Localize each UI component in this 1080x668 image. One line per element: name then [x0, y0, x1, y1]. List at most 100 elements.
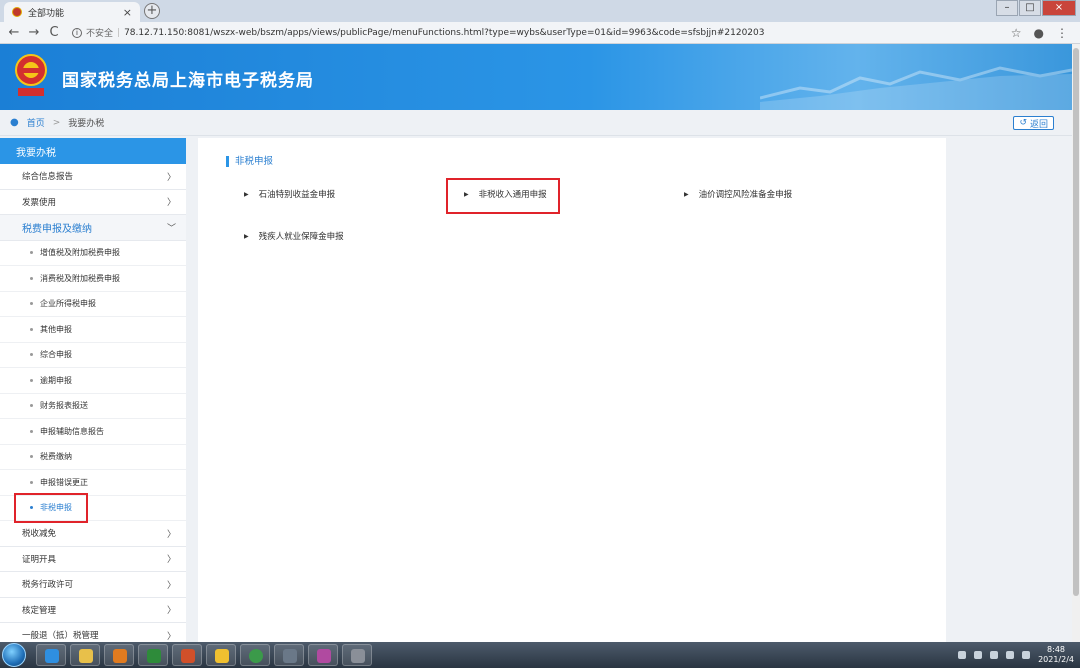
sidebar-subitem[interactable]: 申报辅助信息报告 [0, 419, 186, 445]
back-arrow-icon[interactable]: ← [6, 25, 22, 40]
page-scrollbar[interactable] [1072, 44, 1080, 642]
tax-emblem-favicon-icon [12, 7, 22, 17]
back-button[interactable]: ↺ 返回 [1013, 116, 1054, 130]
sidebar-item-label: 综合信息报告 [22, 172, 74, 183]
sidebar-subitem-label: 逾期申报 [40, 375, 72, 385]
function-label: 石油特别收益金申报 [258, 190, 336, 200]
function-link-petroleum[interactable]: ▶ 石油特别收益金申报 [244, 188, 335, 200]
sidebar-subitem[interactable]: 申报错误更正 [0, 470, 186, 496]
national-emblem-logo-icon [15, 54, 47, 96]
help-icon[interactable] [974, 651, 983, 659]
minimize-icon[interactable]: – [996, 0, 1018, 16]
function-label: 残疾人就业保障金申报 [258, 232, 344, 242]
taskbar-app-icon[interactable] [308, 644, 338, 666]
panel-title: 非税申报 [226, 156, 273, 167]
maximize-icon[interactable]: □ [1019, 0, 1041, 16]
menu-dots-icon[interactable]: ⋮ [1056, 26, 1068, 40]
function-panel: 非税申报 ▶ 石油特别收益金申报 ▶ 非税收入通用申报 ▶ 油价调控风险准备金申… [198, 138, 946, 642]
system-tray: 8:48 2021/2/4 [958, 642, 1074, 668]
sidebar-subitem-label: 申报辅助信息报告 [40, 426, 104, 436]
sidebar-subitem-label: 消费税及附加税费申报 [40, 273, 120, 283]
taskbar-ie-icon[interactable] [36, 644, 66, 666]
sidebar-item-info-report[interactable]: 综合信息报告 〉 [0, 164, 186, 190]
chevron-right-icon: 〉 [166, 606, 176, 617]
clock-time: 8:48 [1047, 645, 1066, 654]
bullet-icon [30, 302, 33, 306]
sidebar-subitem[interactable]: 财务报表报送 [0, 394, 186, 419]
sidebar-subitem[interactable]: 增值税及附加税费申报 [0, 241, 186, 266]
clock[interactable]: 8:48 2021/2/4 [1038, 645, 1074, 665]
sidebar-subitem-label: 企业所得税申报 [40, 299, 96, 309]
new-tab-button[interactable]: + [144, 3, 160, 19]
sidebar-subitem-label: 税费缴纳 [40, 452, 72, 462]
sidebar-subitem[interactable]: 逾期申报 [0, 368, 186, 394]
chevron-right-icon: 〉 [166, 172, 176, 183]
separator: | [117, 27, 121, 38]
flag-icon[interactable] [1022, 651, 1031, 659]
sidebar-subitem-label: 增值税及附加税费申报 [40, 248, 120, 258]
sidebar-subitem[interactable]: 综合申报 [0, 343, 186, 368]
network-icon[interactable] [990, 651, 999, 659]
close-window-icon[interactable]: × [1042, 0, 1076, 16]
sidebar-subitem[interactable]: 企业所得税申报 [0, 292, 186, 317]
function-label: 油价调控风险准备金申报 [698, 190, 793, 200]
sidebar-item-label: 证明开具 [22, 554, 57, 565]
window-controls: – □ × [996, 0, 1076, 16]
volume-icon[interactable] [1006, 651, 1015, 659]
windows-taskbar: 8:48 2021/2/4 [0, 642, 1080, 668]
sidebar-item-invoice[interactable]: 发票使用 〉 [0, 190, 186, 215]
info-icon[interactable]: i [72, 27, 82, 38]
clock-date: 2021/2/4 [1038, 655, 1074, 664]
sidebar-subitem[interactable]: 其他申报 [0, 317, 186, 343]
keyboard-icon[interactable] [958, 651, 967, 659]
highlight-box-sidebar [14, 493, 88, 523]
taskbar-weather-icon[interactable] [206, 644, 236, 666]
scrollbar-thumb[interactable] [1073, 48, 1079, 596]
chevron-right-icon: 〉 [166, 631, 176, 642]
taskbar-app-icon[interactable] [342, 644, 372, 666]
sidebar-item-assessment[interactable]: 核定管理 〉 [0, 598, 186, 623]
chevron-right-icon: 〉 [166, 555, 176, 566]
breadcrumb-current: 我要办税 [68, 119, 105, 129]
sidebar-item-tax-relief[interactable]: 税收减免 〉 [0, 521, 186, 547]
sidebar-subitem-label: 财务报表报送 [40, 401, 88, 411]
breadcrumb-home-link[interactable]: 首页 [27, 116, 45, 129]
highlight-box-function [446, 178, 560, 214]
browser-tab[interactable]: 全部功能 × [4, 2, 140, 22]
function-link-disability-fund[interactable]: ▶ 残疾人就业保障金申报 [244, 230, 344, 242]
url-input[interactable]: i 不安全 | 78.12.71.150:8081/wszx-web/bszm/… [66, 24, 1011, 42]
sidebar-item-refund[interactable]: 一般退（抵）税管理 〉 [0, 623, 186, 642]
taskbar-app-icon[interactable] [172, 644, 202, 666]
site-title: 国家税务总局上海市电子税务局 [62, 71, 314, 91]
taskbar-chrome-icon[interactable] [240, 644, 270, 666]
tab-close-icon[interactable]: × [123, 6, 132, 19]
arrow-bullet-icon: ▶ [244, 232, 249, 240]
start-button-icon[interactable] [2, 643, 26, 667]
reload-icon[interactable]: C [46, 25, 62, 40]
taskbar-media-player-icon[interactable] [104, 644, 134, 666]
sidebar-item-admin-license[interactable]: 税务行政许可 〉 [0, 572, 186, 598]
bullet-icon [30, 276, 33, 280]
sidebar-item-label: 核定管理 [22, 605, 57, 616]
taskbar-terminal-icon[interactable] [274, 644, 304, 666]
sidebar-item-label: 税费申报及缴纳 [22, 223, 92, 235]
bullet-icon [30, 480, 33, 484]
function-link-oil-price-reserve[interactable]: ▶ 油价调控风险准备金申报 [684, 188, 792, 200]
sidebar-subitem[interactable]: 消费税及附加税费申报 [0, 266, 186, 292]
bullet-icon [30, 353, 33, 357]
bullet-icon [30, 378, 33, 382]
sidebar-item-tax-declaration[interactable]: 税费申报及缴纳 ﹀ [0, 215, 186, 241]
sidebar-item-label: 一般退（抵）税管理 [22, 631, 99, 642]
bookmark-star-icon[interactable]: ☆ [1011, 26, 1022, 40]
sidebar-item-certificate[interactable]: 证明开具 〉 [0, 547, 186, 572]
sidebar-subitem[interactable]: 税费缴纳 [0, 445, 186, 470]
profile-icon[interactable]: ● [1034, 26, 1044, 40]
forward-arrow-icon[interactable]: → [26, 25, 42, 40]
tab-title: 全部功能 [28, 8, 65, 19]
taskbar-explorer-icon[interactable] [70, 644, 100, 666]
return-arrow-icon: ↺ [1019, 118, 1027, 128]
taskbar-excel-icon[interactable] [138, 644, 168, 666]
arrow-bullet-icon: ▶ [684, 190, 689, 198]
bullet-icon [30, 251, 33, 255]
bullet-icon [30, 455, 33, 459]
